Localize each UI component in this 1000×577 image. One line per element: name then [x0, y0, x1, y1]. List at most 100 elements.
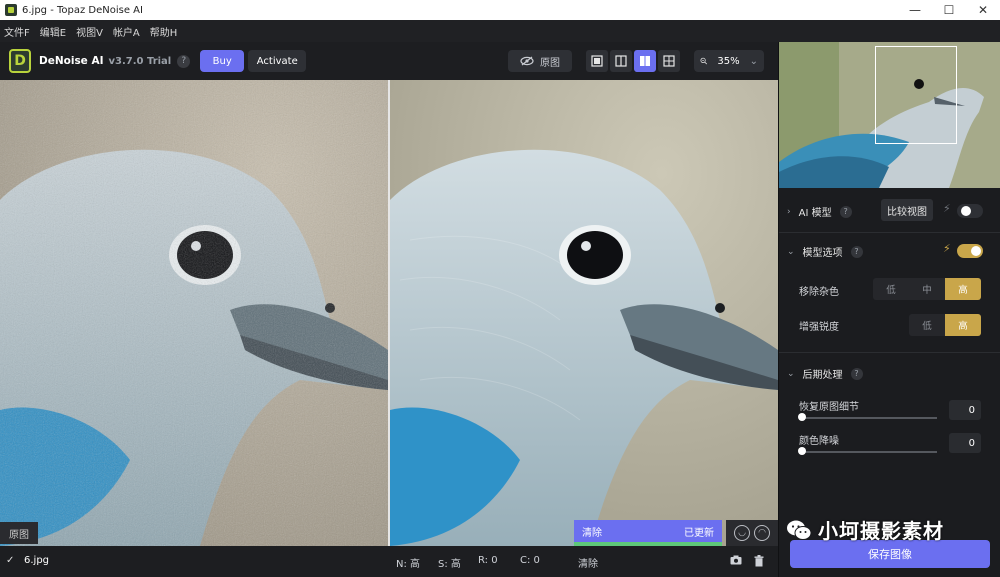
color-noise-slider-handle[interactable]	[798, 447, 806, 455]
smile-icon[interactable]: ◡	[734, 525, 750, 541]
post-processing-title: 后期处理	[802, 370, 843, 381]
ai-model-title: AI 模型	[798, 208, 832, 219]
app-icon	[5, 4, 17, 16]
zoom-value: 35%	[717, 55, 740, 67]
processing-status-bar: 清除 已更新	[574, 520, 722, 542]
buy-button[interactable]: Buy	[200, 50, 245, 72]
close-button[interactable]: ✕	[966, 3, 1000, 17]
processed-image-pane[interactable]	[390, 80, 778, 546]
status-sharpen: S: 高	[438, 559, 461, 570]
file-name[interactable]: 6.jpg	[24, 555, 49, 566]
remove-noise-mid[interactable]: 中	[909, 278, 945, 300]
post-processing-section[interactable]: ⌄ 后期处理 ?	[787, 366, 863, 381]
eye-slash-icon	[520, 56, 534, 66]
product-name: DeNoise AI	[39, 55, 104, 67]
ai-model-toggle[interactable]	[957, 204, 983, 218]
processing-right-label: 已更新	[684, 527, 714, 539]
view-single-button[interactable]	[586, 50, 608, 72]
sharpness-low[interactable]: 低	[909, 314, 945, 336]
color-noise-label: 颜色降噪	[799, 436, 839, 447]
menu-edit[interactable]: 编辑E	[40, 24, 66, 39]
menu-view[interactable]: 视图V	[76, 24, 103, 39]
minimize-button[interactable]: —	[898, 3, 932, 17]
version-label: v3.7.0 Trial	[108, 55, 172, 67]
navigator-viewport-frame[interactable]	[875, 46, 957, 144]
chevron-down-icon: ⌄	[787, 368, 795, 379]
view-split-button[interactable]	[610, 50, 632, 72]
help-icon[interactable]: ?	[850, 367, 863, 380]
view-grid-button[interactable]	[658, 50, 680, 72]
remove-noise-high[interactable]: 高	[945, 278, 981, 300]
recover-detail-label: 恢复原图细节	[799, 402, 859, 413]
watermark-text: 小坷摄影素材	[818, 519, 944, 543]
zoom-out-icon[interactable]	[700, 55, 708, 67]
recover-detail-slider[interactable]	[801, 417, 937, 419]
bird-original-image	[0, 80, 388, 546]
single-view-icon	[591, 55, 603, 67]
toolbar: D DeNoise AI v3.7.0 Trial ? Buy Activate…	[0, 42, 778, 80]
enhance-sharpness-selector: 低 高	[909, 314, 981, 336]
chevron-down-icon[interactable]: ⌄	[750, 56, 758, 67]
menu-help[interactable]: 帮助H	[150, 24, 178, 39]
help-icon[interactable]: ?	[839, 205, 852, 218]
menu-file[interactable]: 文件F	[4, 24, 30, 39]
original-image-label: 原图	[0, 522, 38, 544]
trash-icon[interactable]	[754, 555, 764, 570]
divider	[779, 352, 1000, 353]
chevron-down-icon: ⌄	[787, 246, 795, 257]
processing-left-label: 清除	[582, 527, 602, 539]
watermark: 小坷摄影素材	[786, 515, 944, 544]
split-view-icon	[615, 55, 627, 67]
frown-icon[interactable]: ◠	[754, 525, 770, 541]
remove-noise-selector: 低 中 高	[873, 278, 981, 300]
navigator-thumbnail[interactable]	[779, 42, 1000, 188]
view-side-by-side-button[interactable]	[634, 50, 656, 72]
clear-button[interactable]: 清除	[578, 555, 598, 570]
enhance-sharpness-label: 增强锐度	[799, 322, 839, 333]
check-icon[interactable]: ✓	[6, 555, 14, 566]
model-options-title: 模型选项	[802, 248, 843, 259]
save-image-button[interactable]: 保存图像	[790, 540, 990, 568]
bolt-icon: ⚡	[943, 242, 951, 255]
right-panel: › AI 模型 ? 比较视图 ⚡ ⌄ 模型选项 ? ⚡ 移除杂色 低 中 高 增…	[778, 42, 1000, 577]
status-bar: ✓ 6.jpg N: 高 S: 高 R: 0 C: 0 清除	[0, 546, 778, 577]
original-toggle-button[interactable]: 原图	[508, 50, 572, 72]
status-noise: N: 高	[396, 559, 421, 570]
ai-model-section[interactable]: › AI 模型 ?	[787, 204, 852, 219]
recover-detail-slider-handle[interactable]	[798, 413, 806, 421]
window-controls: — ☐ ✕	[898, 3, 1000, 17]
menu-bar: 文件F 编辑E 视图V 帐户A 帮助H	[0, 20, 1000, 42]
activate-button[interactable]: Activate	[248, 50, 307, 72]
model-options-section[interactable]: ⌄ 模型选项 ?	[787, 244, 863, 259]
help-icon[interactable]: ?	[177, 54, 191, 68]
sharpness-high[interactable]: 高	[945, 314, 981, 336]
view-mode-group	[586, 50, 680, 72]
zoom-control[interactable]: 35% ⌄	[694, 50, 764, 72]
recover-detail-value[interactable]: 0	[949, 400, 981, 420]
side-by-side-icon	[640, 56, 650, 66]
window-title: 6.jpg - Topaz DeNoise AI	[22, 4, 143, 16]
logo-icon: D	[9, 49, 31, 73]
remove-noise-low[interactable]: 低	[873, 278, 909, 300]
bird-processed-image	[390, 80, 778, 546]
grid-view-icon	[663, 55, 675, 67]
status-color: C: 0	[520, 555, 540, 566]
divider	[779, 232, 1000, 233]
color-noise-value[interactable]: 0	[949, 433, 981, 453]
camera-icon[interactable]	[730, 555, 742, 568]
status-recover: R: 0	[478, 555, 498, 566]
help-icon[interactable]: ?	[850, 245, 863, 258]
feedback-group: ◡ ◠	[726, 520, 778, 546]
menu-account[interactable]: 帐户A	[113, 24, 140, 39]
maximize-button[interactable]: ☐	[932, 3, 966, 17]
title-bar: 6.jpg - Topaz DeNoise AI — ☐ ✕	[0, 0, 1000, 20]
model-options-toggle[interactable]	[957, 244, 983, 258]
original-label: 原图	[540, 57, 560, 69]
compare-view-button[interactable]: 比较视图	[881, 199, 933, 221]
wechat-icon	[787, 520, 812, 540]
original-image-pane[interactable]	[0, 80, 388, 546]
remove-noise-label: 移除杂色	[799, 287, 839, 298]
bolt-icon: ⚡	[943, 202, 951, 215]
chevron-right-icon: ›	[787, 206, 791, 217]
color-noise-slider[interactable]	[801, 451, 937, 453]
